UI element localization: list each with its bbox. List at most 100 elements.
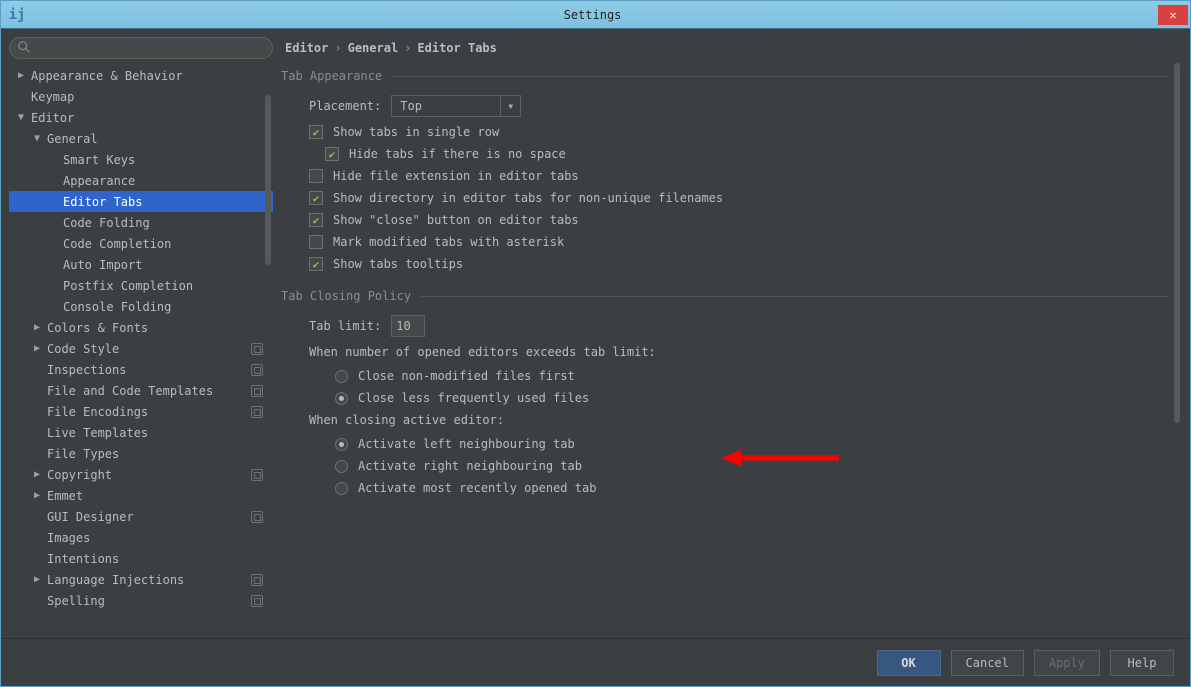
sidebar-item-label: Editor [31,111,273,125]
sidebar-item-inspections[interactable]: Inspections [9,359,273,380]
radio-row: Activate right neighbouring tab [281,455,1168,477]
sidebar-item-file-encodings[interactable]: File Encodings [9,401,273,422]
checkbox[interactable] [309,125,323,139]
radio-row: Close less frequently used files [281,387,1168,409]
sidebar-item-code-completion[interactable]: Code Completion [9,233,273,254]
project-level-icon [251,343,263,355]
sidebar-item-file-types[interactable]: File Types [9,443,273,464]
sidebar-item-code-folding[interactable]: Code Folding [9,212,273,233]
chevron-right-icon: ▶ [31,574,43,586]
checkbox[interactable] [309,191,323,205]
chevron-right-icon: ▶ [31,322,43,334]
group-title: Tab Closing Policy [281,289,411,303]
group-title: Tab Appearance [281,69,382,83]
chevron-down-icon: ▼ [15,112,27,124]
radio-label: Activate right neighbouring tab [358,459,582,473]
sidebar-item-intentions[interactable]: Intentions [9,548,273,569]
checkbox-row: Hide file extension in editor tabs [281,165,1168,187]
sidebar-item-editor-tabs[interactable]: Editor Tabs [9,191,273,212]
checkbox-row: Show tabs in single row [281,121,1168,143]
sidebar-item-emmet[interactable]: ▶ Emmet [9,485,273,506]
checkbox[interactable] [309,169,323,183]
checkbox[interactable] [309,235,323,249]
ok-button[interactable]: OK [877,650,941,676]
sidebar-item-label: Spelling [47,594,251,608]
closing-active-label: When closing active editor: [281,409,1168,433]
project-level-icon [251,406,263,418]
radio-button[interactable] [335,482,348,495]
sidebar-item-label: Inspections [47,363,251,377]
chevron-down-icon: ▼ [31,133,43,145]
breadcrumb-separator: › [334,41,341,55]
sidebar-item-label: Editor Tabs [63,195,273,209]
sidebar: ▶Appearance & Behavior Keymap ▼ Editor ▼Gene… [9,37,273,638]
sidebar-item-keymap[interactable]: Keymap [9,86,273,107]
chevron-right-icon: ▶ [15,70,27,82]
panel-scrollbar-thumb[interactable] [1174,63,1180,423]
checkbox-row: Show tabs tooltips [281,253,1168,275]
checkbox-label: Hide file extension in editor tabs [333,169,579,183]
sidebar-item-images[interactable]: Images [9,527,273,548]
sidebar-item-label: Keymap [31,90,273,104]
sidebar-item-postfix-completion[interactable]: Postfix Completion [9,275,273,296]
radio-row: Activate most recently opened tab [281,477,1168,499]
checkbox-row: Show "close" button on editor tabs [281,209,1168,231]
breadcrumb-part: Editor [285,41,328,55]
sidebar-item-label: Colors & Fonts [47,321,273,335]
checkbox-label: Show tabs in single row [333,125,499,139]
sidebar-item-label: Smart Keys [63,153,273,167]
sidebar-item-appearance-behavior[interactable]: ▶Appearance & Behavior [9,65,273,86]
checkbox[interactable] [325,147,339,161]
sidebar-item-console-folding[interactable]: Console Folding [9,296,273,317]
chevron-right-icon: ▶ [31,490,43,502]
sidebar-item-label: Auto Import [63,258,273,272]
project-level-icon [251,511,263,523]
placement-label: Placement: [309,99,381,113]
sidebar-item-file-and-code-templates[interactable]: File and Code Templates [9,380,273,401]
radio-button[interactable] [335,460,348,473]
project-level-icon [251,574,263,586]
breadcrumb: Editor › General › Editor Tabs [281,37,1182,63]
help-button[interactable]: Help [1110,650,1174,676]
settings-tree[interactable]: ▶Appearance & Behavior Keymap ▼ Editor ▼Gene… [9,65,273,638]
group-tab-closing: Tab Closing Policy Tab limit: When numbe… [281,289,1168,499]
radio-row: Activate left neighbouring tab [281,433,1168,455]
sidebar-item-smart-keys[interactable]: Smart Keys [9,149,273,170]
tab-limit-input[interactable] [391,315,425,337]
sidebar-item-code-style[interactable]: ▶Code Style [9,338,273,359]
sidebar-item-label: Images [47,531,273,545]
checkbox[interactable] [309,213,323,227]
sidebar-item-colors-fonts[interactable]: ▶ Colors & Fonts [9,317,273,338]
radio-button[interactable] [335,438,348,451]
search-input[interactable] [9,37,273,59]
apply-button[interactable]: Apply [1034,650,1100,676]
sidebar-item-auto-import[interactable]: Auto Import [9,254,273,275]
sidebar-item-label: Live Templates [47,426,273,440]
group-header: Tab Closing Policy [281,289,1168,303]
sidebar-item-spelling[interactable]: Spelling [9,590,273,611]
group-divider [421,296,1168,297]
sidebar-item-language-injections[interactable]: ▶Language Injections [9,569,273,590]
sidebar-item-appearance[interactable]: Appearance [9,170,273,191]
sidebar-item-label: File Types [47,447,273,461]
search-icon [17,40,31,54]
placement-select[interactable]: Top ▾ [391,95,521,117]
sidebar-item-label: Emmet [47,489,273,503]
placement-row: Placement: Top ▾ [281,91,1168,121]
window-close-button[interactable]: ✕ [1158,5,1188,25]
sidebar-item-live-templates[interactable]: Live Templates [9,422,273,443]
checkbox-label: Show "close" button on editor tabs [333,213,579,227]
sidebar-scrollbar-thumb[interactable] [265,95,271,265]
checkbox[interactable] [309,257,323,271]
sidebar-item-general[interactable]: ▼General [9,128,273,149]
window-title: Settings [27,8,1158,22]
project-level-icon [251,469,263,481]
sidebar-item-copyright[interactable]: ▶Copyright [9,464,273,485]
radio-button[interactable] [335,392,348,405]
radio-button[interactable] [335,370,348,383]
checkbox-label: Show directory in editor tabs for non-un… [333,191,723,205]
group-tab-appearance: Tab Appearance Placement: Top ▾ Show tab… [281,69,1168,275]
cancel-button[interactable]: Cancel [951,650,1024,676]
sidebar-item-editor[interactable]: ▼ Editor [9,107,273,128]
sidebar-item-gui-designer[interactable]: GUI Designer [9,506,273,527]
